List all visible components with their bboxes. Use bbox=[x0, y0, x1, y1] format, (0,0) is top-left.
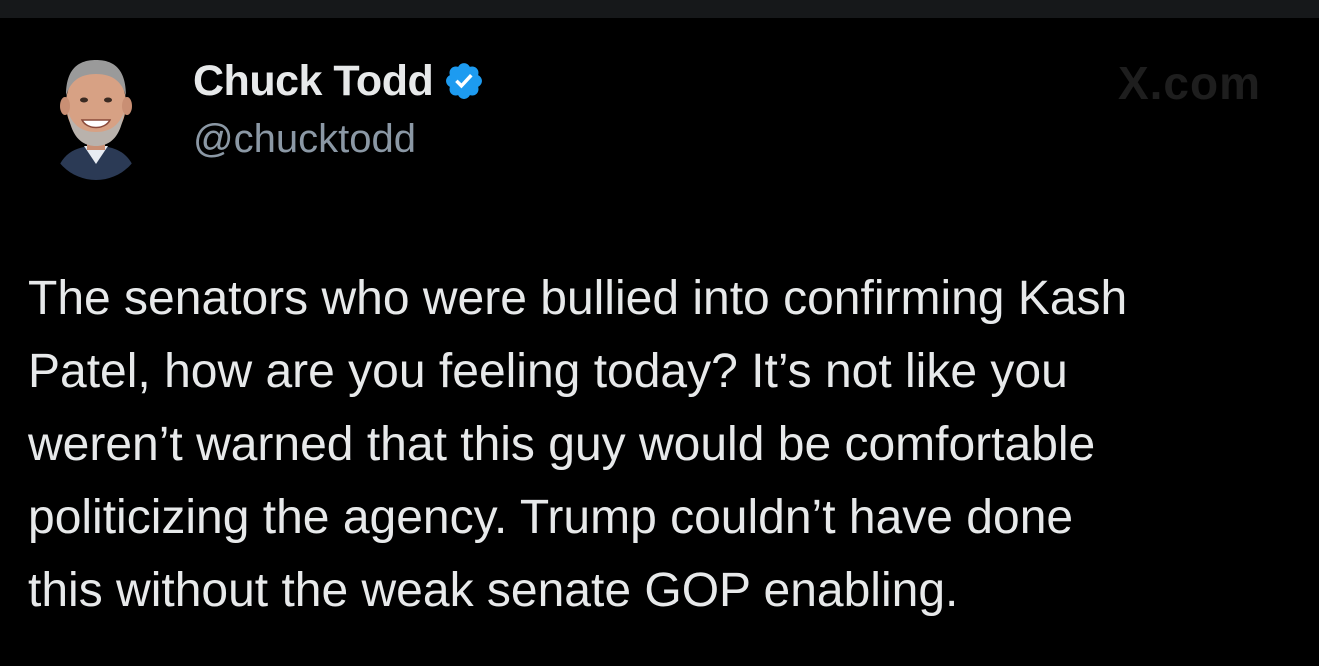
author-name-row: Chuck Todd bbox=[193, 56, 485, 106]
top-strip bbox=[0, 0, 1319, 18]
tweet-text: The senators who were bullied into confi… bbox=[28, 272, 1128, 617]
author-handle[interactable]: @chucktodd bbox=[193, 117, 416, 162]
tweet-card: Chuck Todd @chucktodd X.com The senators… bbox=[0, 18, 1319, 666]
author-avatar[interactable] bbox=[49, 42, 143, 180]
watermark: X.com bbox=[1117, 57, 1261, 109]
avatar-photo bbox=[49, 42, 143, 180]
author-display-name[interactable]: Chuck Todd bbox=[193, 57, 434, 106]
verified-badge-icon bbox=[443, 60, 485, 102]
